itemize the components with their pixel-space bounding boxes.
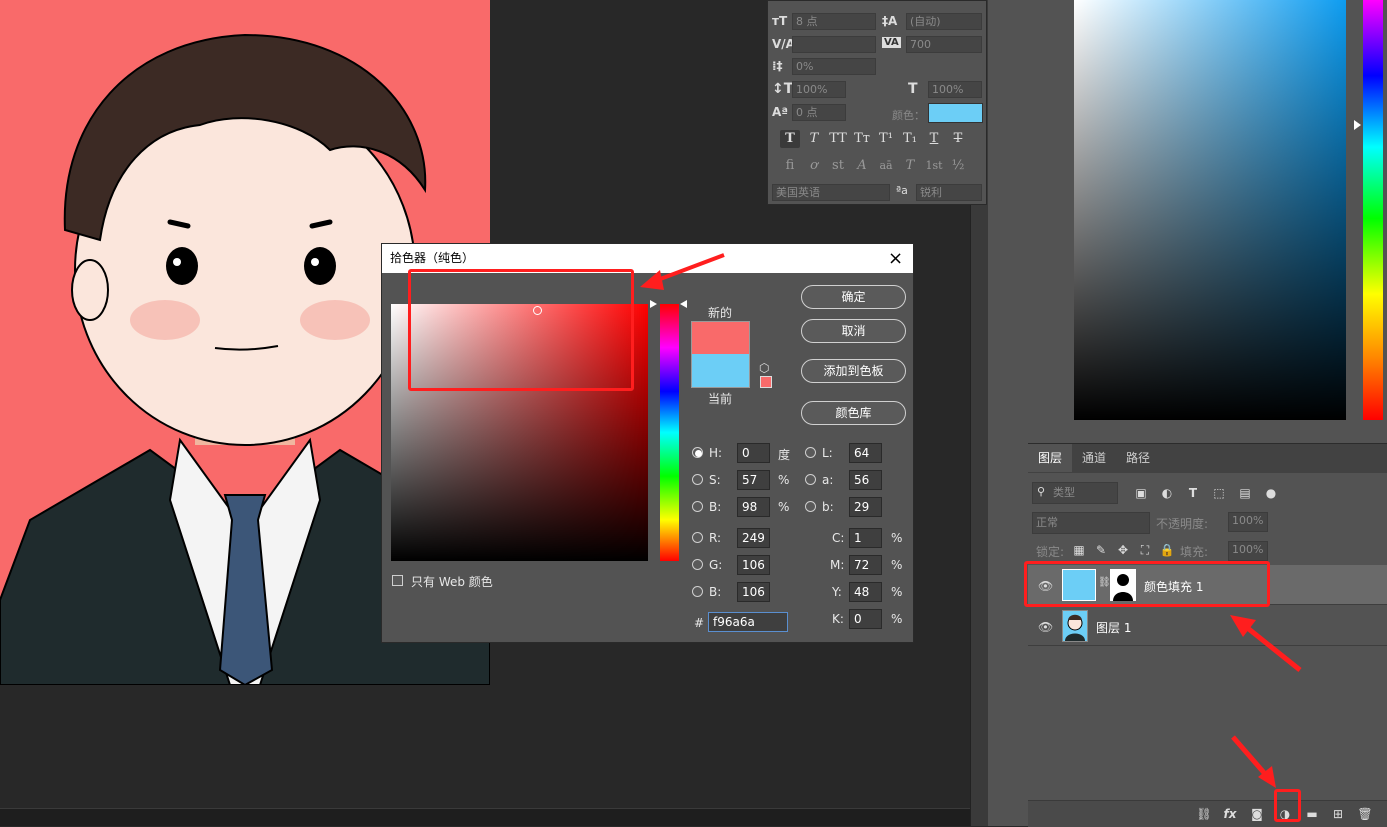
annotation-arrow-icon (640, 253, 725, 290)
annotation-arrow-icon (1230, 615, 1302, 672)
annotation-arrow-icon (1231, 735, 1276, 788)
annotation-arrows (640, 253, 1302, 788)
